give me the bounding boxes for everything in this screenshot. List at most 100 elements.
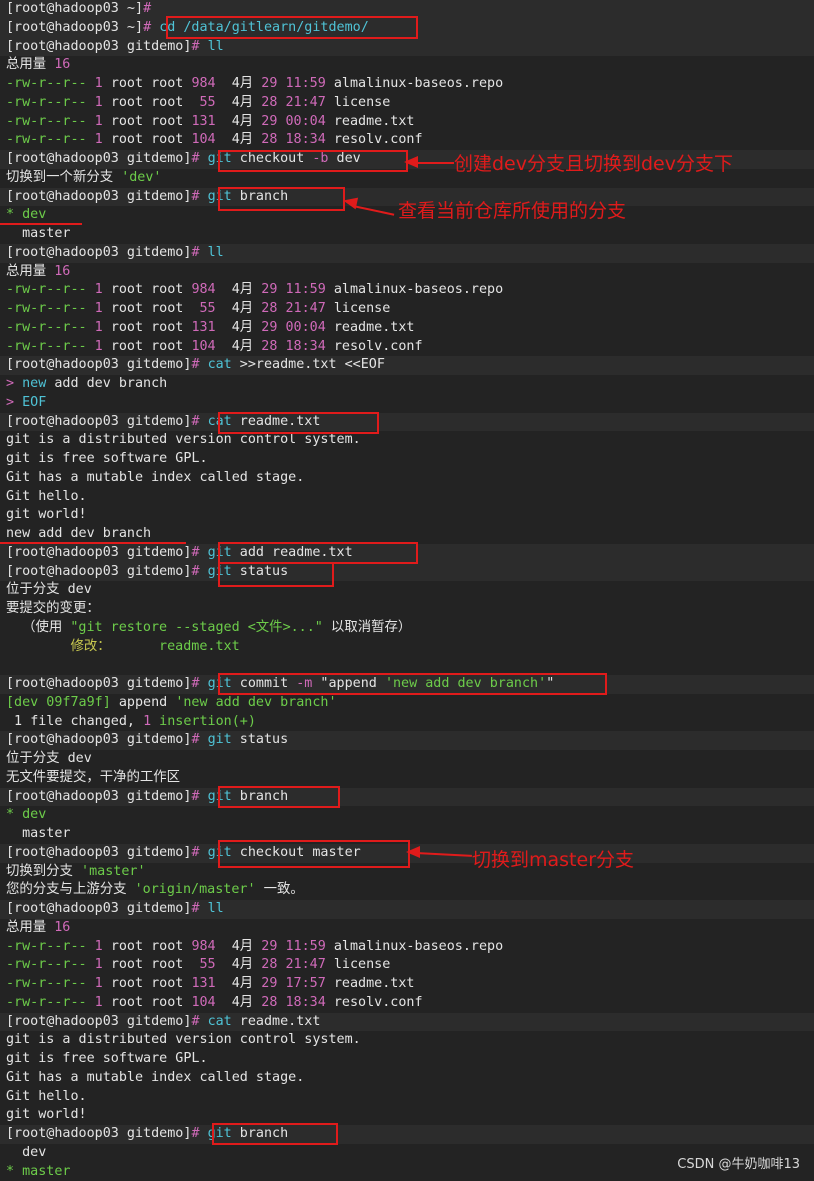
highlight-checkout-dev <box>218 150 408 172</box>
line-segment: # <box>191 564 207 579</box>
prompt-line: [root@hadoop03 gitdemo]# git branch <box>0 788 814 807</box>
line-segment: 1 <box>87 339 111 354</box>
prompt-line: [root@hadoop03 gitdemo]# cat >>readme.tx… <box>0 356 814 375</box>
line-segment: 4月 <box>216 957 262 972</box>
output-line: 您的分支与上游分支 'origin/master' 一致。 <box>6 881 814 900</box>
output-line: Git has a mutable index called stage. <box>6 1069 814 1088</box>
line-segment: root root <box>111 320 192 335</box>
line-segment: [root@hadoop03 ~] <box>6 20 143 35</box>
line-segment: Git has a mutable index called stage. <box>6 1070 304 1085</box>
line-segment: dev <box>6 1145 46 1160</box>
output-line: > EOF <box>6 394 814 413</box>
line-segment: ll <box>208 245 224 260</box>
line-segment: git is a distributed version control sys… <box>6 1032 361 1047</box>
line-segment: 4月 <box>216 282 262 297</box>
line-segment: 'dev' <box>121 170 161 185</box>
output-line: 位于分支 dev <box>6 581 814 600</box>
line-segment: license <box>326 957 391 972</box>
line-segment: 1 <box>87 114 111 129</box>
output-line: -rw-r--r-- 1 root root 131 4月 29 17:57 r… <box>6 975 814 994</box>
output-line: git is a distributed version control sys… <box>6 431 814 450</box>
line-segment: # <box>191 676 207 691</box>
line-segment: readme.txt <box>159 639 240 654</box>
line-segment: root root <box>111 95 200 110</box>
highlight-cd-command <box>166 16 418 39</box>
line-segment: # <box>191 545 207 560</box>
line-segment: root root <box>111 976 192 991</box>
output-line: -rw-r--r-- 1 root root 131 4月 29 00:04 r… <box>6 113 814 132</box>
line-segment: license <box>326 95 391 110</box>
line-segment: Git has a mutable index called stage. <box>6 470 304 485</box>
line-segment: root root <box>111 282 192 297</box>
output-line: 1 file changed, 1 insertion(+) <box>6 713 814 732</box>
line-segment: [dev 09f7a9f] <box>6 695 111 710</box>
output-line: git world! <box>6 1106 814 1125</box>
highlight-git-add <box>218 542 418 564</box>
line-segment: 28 21:47 <box>261 95 326 110</box>
line-segment: 1 <box>87 976 111 991</box>
prompt-line: [root@hadoop03 gitdemo]# git status <box>0 563 814 582</box>
line-segment: # <box>191 414 207 429</box>
line-segment: "git restore --staged <文件>..." <box>70 620 323 635</box>
output-line: 总用量 16 <box>6 919 814 938</box>
line-segment: # <box>191 39 207 54</box>
line-segment: # <box>191 901 207 916</box>
line-segment: [root@hadoop03 gitdemo] <box>6 151 191 166</box>
line-segment: 您的分支与上游分支 <box>6 882 135 897</box>
line-segment: -rw-r--r-- <box>6 76 87 91</box>
line-segment: EOF <box>22 395 46 410</box>
line-segment: 131 <box>191 976 215 991</box>
line-segment: 1 <box>143 714 151 729</box>
line-segment: new add dev branch <box>6 526 151 541</box>
line-segment: 4月 <box>216 339 262 354</box>
output-line: Git hello. <box>6 488 814 507</box>
output-line: 总用量 16 <box>6 56 814 75</box>
highlight-checkout-master <box>218 840 410 868</box>
line-segment: root root <box>111 76 192 91</box>
line-segment: readme.txt <box>326 976 415 991</box>
line-segment: 切换到一个新分支 <box>6 170 121 185</box>
line-segment: 1 <box>6 714 30 729</box>
line-segment: 1 <box>87 95 111 110</box>
line-segment: git is a distributed version control sys… <box>6 432 361 447</box>
line-segment: file changed, <box>30 714 143 729</box>
output-line: -rw-r--r-- 1 root root 104 4月 28 18:34 r… <box>6 338 814 357</box>
line-segment: 1 <box>87 301 111 316</box>
line-segment: 总用量 <box>6 57 54 72</box>
line-segment: git <box>208 732 232 747</box>
line-segment: * dev <box>6 807 46 822</box>
line-segment: [root@hadoop03 gitdemo] <box>6 39 191 54</box>
line-segment: 以取消暂存） <box>323 620 411 635</box>
prompt-line: [root@hadoop03 gitdemo]# cat readme.txt <box>0 413 814 432</box>
line-segment: 'new add dev branch' <box>175 695 336 710</box>
underline-new-add-dev-branch <box>0 542 186 544</box>
line-segment: -rw-r--r-- <box>6 995 87 1010</box>
line-segment: 29 00:04 <box>261 114 326 129</box>
line-segment: almalinux-baseos.repo <box>326 282 503 297</box>
line-segment: > <box>6 376 22 391</box>
line-segment: -rw-r--r-- <box>6 132 87 147</box>
line-segment: status <box>232 732 288 747</box>
line-segment: 55 <box>200 301 216 316</box>
line-segment: root root <box>111 132 192 147</box>
line-segment: 29 11:59 <box>261 76 326 91</box>
line-segment: # <box>191 1014 207 1029</box>
line-segment: 104 <box>191 132 215 147</box>
line-segment: -rw-r--r-- <box>6 114 87 129</box>
line-segment: # <box>191 245 207 260</box>
line-segment: 4月 <box>216 95 262 110</box>
line-segment: 28 18:34 <box>261 339 326 354</box>
line-segment: -rw-r--r-- <box>6 976 87 991</box>
line-segment: 1 <box>87 132 111 147</box>
line-segment: 1 <box>87 995 111 1010</box>
output-line: -rw-r--r-- 1 root root 104 4月 28 18:34 r… <box>6 994 814 1013</box>
line-segment: -rw-r--r-- <box>6 95 87 110</box>
line-segment: -rw-r--r-- <box>6 339 87 354</box>
line-segment: 55 <box>200 95 216 110</box>
output-line: 修改： readme.txt <box>6 638 814 657</box>
line-segment: 4月 <box>216 114 262 129</box>
line-segment: 切换到分支 <box>6 864 81 879</box>
line-segment: # <box>191 845 207 860</box>
line-segment: # <box>143 20 159 35</box>
output-line: -rw-r--r-- 1 root root 984 4月 29 11:59 a… <box>6 938 814 957</box>
